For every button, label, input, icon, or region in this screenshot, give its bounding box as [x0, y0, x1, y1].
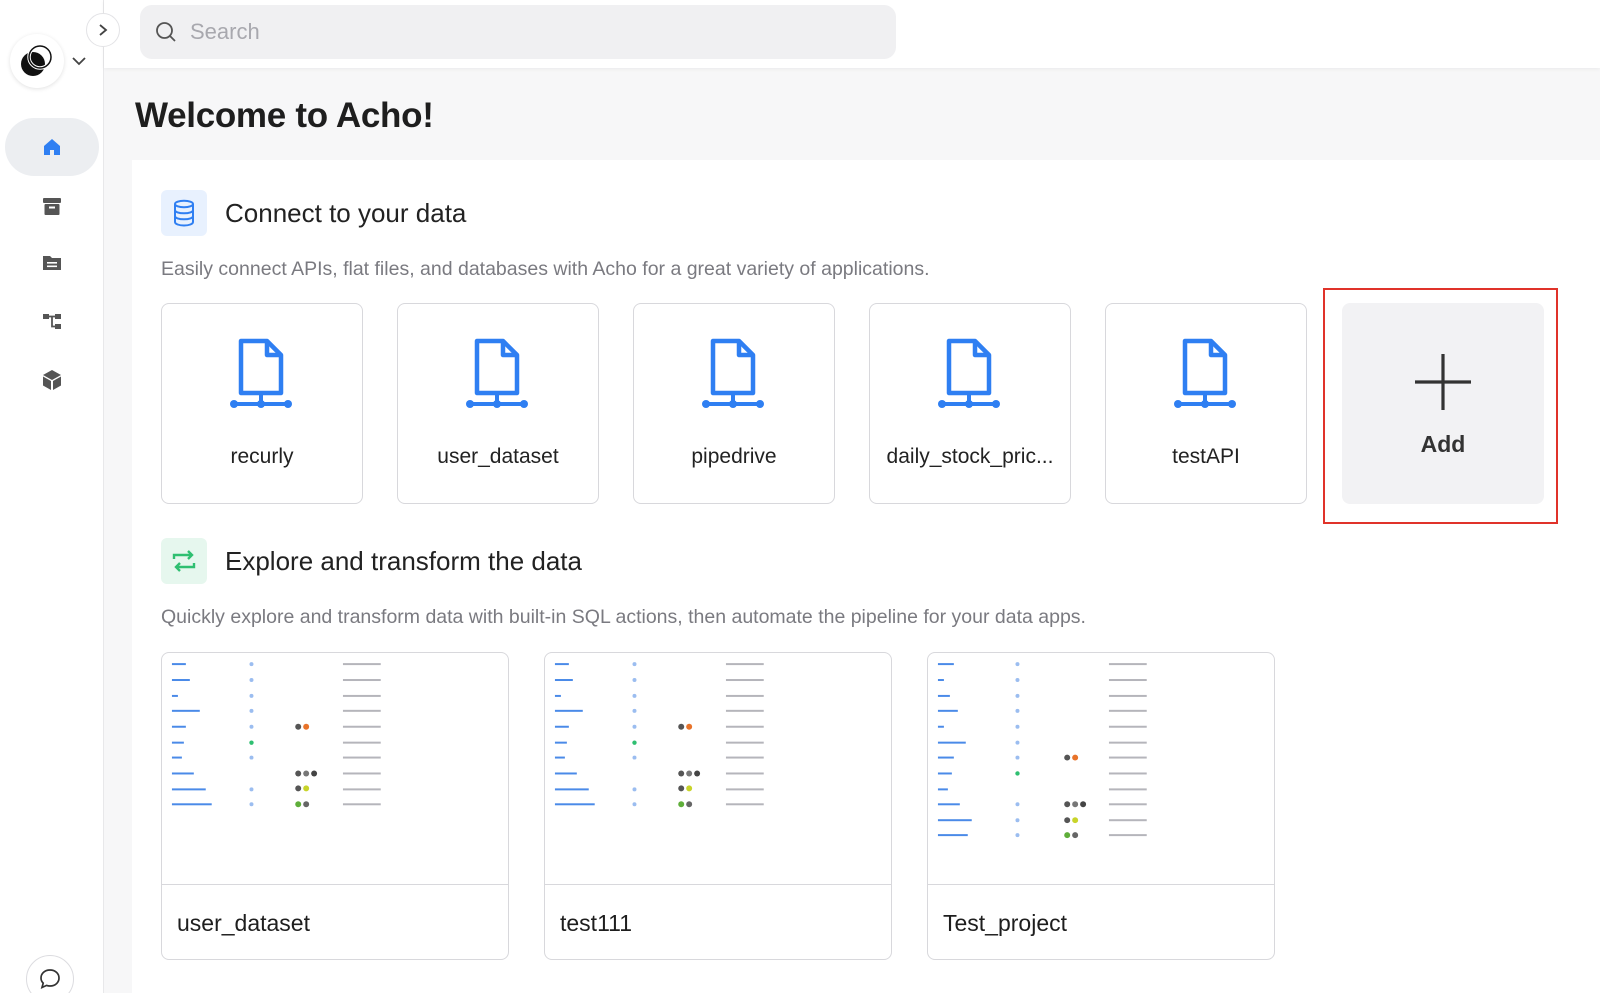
transform-section-badge	[161, 538, 207, 584]
page-title: Welcome to Acho!	[135, 96, 434, 135]
project-thumbnail	[928, 662, 1274, 885]
project-name: test111	[560, 910, 633, 936]
project-card[interactable]: Test_project	[927, 652, 1275, 960]
sidebar-item-files[interactable]	[5, 233, 99, 291]
archive-icon	[43, 198, 61, 215]
data-source-card[interactable]: testAPI	[1105, 303, 1307, 504]
chat-bubble-icon	[40, 969, 60, 990]
explore-section-description: Quickly explore and transform data with …	[161, 606, 1086, 628]
home-icon	[44, 139, 60, 155]
workflow-icon	[43, 314, 61, 329]
folder-icon	[43, 256, 61, 270]
chevron-right-icon	[99, 24, 108, 36]
api-file-icon	[466, 338, 528, 408]
data-source-card[interactable]: daily_stock_pric...	[869, 303, 1071, 504]
data-source-name: user_dataset	[437, 445, 559, 468]
sidebar	[0, 0, 104, 993]
data-source-card[interactable]: pipedrive	[633, 303, 835, 504]
search-bar[interactable]	[140, 5, 896, 59]
acho-logo-icon	[21, 44, 53, 76]
cube-icon	[43, 370, 61, 390]
data-source-name: recurly	[230, 445, 294, 468]
data-source-card[interactable]: user_dataset	[397, 303, 599, 504]
project-name: Test_project	[943, 910, 1068, 936]
workspace-chevron-down-icon[interactable]	[70, 52, 88, 70]
project-name: user_dataset	[177, 910, 310, 936]
repeat-icon	[172, 550, 196, 572]
database-section-badge	[161, 190, 207, 236]
api-file-icon	[702, 338, 764, 408]
workspace-logo[interactable]	[10, 34, 64, 88]
connect-section-title: Connect to your data	[225, 198, 467, 228]
data-source-name: pipedrive	[691, 445, 777, 468]
highlight-box	[1323, 288, 1558, 524]
data-source-name: testAPI	[1172, 445, 1240, 468]
chat-button[interactable]	[26, 955, 74, 993]
api-file-icon	[230, 338, 292, 408]
project-thumbnail	[545, 662, 891, 885]
data-source-card[interactable]: recurly	[161, 303, 363, 504]
api-file-icon	[938, 338, 1000, 408]
search-input[interactable]	[190, 19, 870, 45]
project-card[interactable]: user_dataset	[161, 652, 509, 960]
connect-section-description: Easily connect APIs, flat files, and dat…	[161, 258, 930, 280]
sidebar-item-archive[interactable]	[5, 177, 99, 235]
project-card[interactable]: test111	[544, 652, 892, 960]
sidebar-item-workflow[interactable]	[5, 292, 99, 350]
top-bar	[104, 0, 1600, 68]
search-icon	[156, 22, 176, 42]
explore-section-title: Explore and transform the data	[225, 546, 582, 576]
project-thumbnail	[162, 662, 508, 885]
sidebar-item-apps[interactable]	[5, 351, 99, 409]
sidebar-item-home[interactable]	[5, 118, 99, 176]
data-source-name: daily_stock_pric...	[886, 445, 1054, 468]
expand-sidebar-button[interactable]	[86, 13, 120, 47]
api-file-icon	[1174, 338, 1236, 408]
database-icon	[174, 199, 194, 227]
